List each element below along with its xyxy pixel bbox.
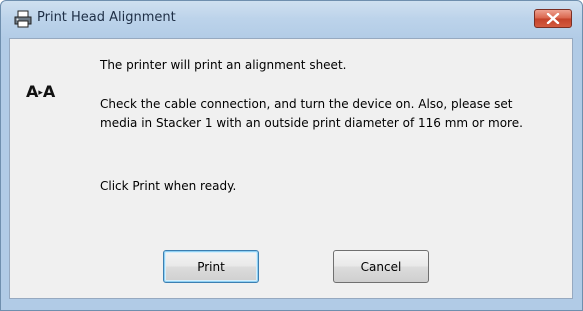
title-bar[interactable]: Print Head Alignment: [1, 1, 582, 37]
message-instructions-line2: media in Stacker 1 with an outside print…: [100, 116, 523, 130]
message-instructions: Check the cable connection, and turn the…: [100, 95, 523, 133]
dialog-content: A▸A The printer will print an alignment …: [9, 38, 573, 299]
alignment-icon: A▸A: [26, 82, 55, 101]
dialog-window: Print Head Alignment A▸A The printer wil…: [0, 0, 583, 311]
cancel-button[interactable]: Cancel: [333, 250, 429, 283]
message-print-sheet: The printer will print an alignment shee…: [100, 58, 347, 72]
message-ready: Click Print when ready.: [100, 179, 237, 193]
alignment-icon-left: A: [26, 82, 39, 101]
close-icon: [546, 13, 560, 24]
close-button[interactable]: [534, 9, 572, 28]
alignment-icon-right: A: [42, 82, 56, 101]
printer-icon: [13, 10, 33, 28]
message-instructions-line1: Check the cable connection, and turn the…: [100, 97, 513, 111]
print-button[interactable]: Print: [163, 250, 259, 283]
window-title: Print Head Alignment: [37, 10, 176, 25]
